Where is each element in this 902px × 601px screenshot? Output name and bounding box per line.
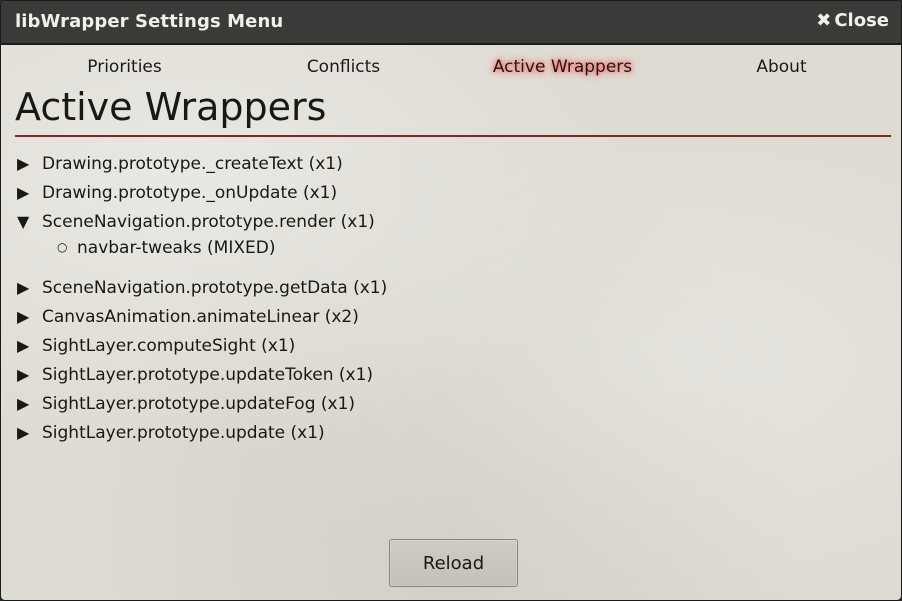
- caret-right-icon[interactable]: ▶: [17, 307, 42, 326]
- caret-down-icon[interactable]: ▼: [17, 212, 42, 231]
- wrapper-item[interactable]: ▶ Drawing.prototype._createText (x1): [17, 154, 343, 178]
- window-title: libWrapper Settings Menu: [15, 11, 284, 32]
- wrapper-label: CanvasAnimation.animateLinear (x2): [42, 307, 359, 327]
- caret-right-icon[interactable]: ▶: [17, 154, 42, 173]
- close-button[interactable]: ✖ Close: [816, 10, 889, 31]
- caret-right-icon[interactable]: ▶: [17, 183, 42, 202]
- wrapper-item[interactable]: ▶ SightLayer.prototype.updateFog (x1): [17, 394, 355, 418]
- wrapper-label: SightLayer.computeSight (x1): [42, 336, 296, 356]
- wrapper-item[interactable]: ▶ CanvasAnimation.animateLinear (x2): [17, 307, 359, 331]
- tab-bar: Priorities Conflicts Active Wrappers Abo…: [15, 57, 891, 85]
- caret-right-icon[interactable]: ▶: [17, 394, 42, 413]
- wrapper-label: Drawing.prototype._createText (x1): [42, 154, 343, 174]
- close-label: Close: [834, 10, 889, 31]
- settings-window: libWrapper Settings Menu ✖ Close Prioriti…: [0, 0, 902, 601]
- caret-right-icon[interactable]: ▶: [17, 365, 42, 384]
- wrapper-item[interactable]: ▶ Drawing.prototype._onUpdate (x1): [17, 183, 337, 207]
- wrapper-label: Drawing.prototype._onUpdate (x1): [42, 183, 338, 203]
- caret-right-icon[interactable]: ▶: [17, 423, 42, 442]
- wrapper-item[interactable]: ▶ SightLayer.prototype.update (x1): [17, 423, 325, 447]
- title-divider: [15, 135, 891, 137]
- page-title: Active Wrappers: [15, 85, 327, 129]
- wrapper-item[interactable]: ▶ SightLayer.prototype.updateToken (x1): [17, 365, 373, 389]
- wrapper-item[interactable]: ▶ SceneNavigation.prototype.getData (x1): [17, 278, 387, 302]
- wrapper-child-label: navbar-tweaks (MIXED): [77, 238, 276, 258]
- wrapper-child-item: ○ navbar-tweaks (MIXED): [57, 238, 275, 262]
- wrapper-item-expanded[interactable]: ▼ SceneNavigation.prototype.render (x1): [17, 212, 375, 236]
- reload-button[interactable]: Reload: [389, 539, 518, 587]
- window-header[interactable]: libWrapper Settings Menu ✖ Close: [1, 1, 901, 45]
- wrapper-label: SceneNavigation.prototype.getData (x1): [42, 278, 388, 298]
- wrapper-item[interactable]: ▶ SightLayer.computeSight (x1): [17, 336, 295, 360]
- wrapper-label: SightLayer.prototype.update (x1): [42, 423, 325, 443]
- circle-bullet-icon: ○: [57, 240, 68, 254]
- tab-about[interactable]: About: [672, 57, 891, 77]
- wrapper-label: SightLayer.prototype.updateToken (x1): [42, 365, 374, 385]
- wrapper-label: SightLayer.prototype.updateFog (x1): [42, 394, 356, 414]
- caret-right-icon[interactable]: ▶: [17, 278, 42, 297]
- tab-priorities[interactable]: Priorities: [15, 57, 234, 77]
- tab-active-wrappers[interactable]: Active Wrappers: [453, 57, 672, 77]
- times-icon: ✖: [816, 10, 832, 31]
- caret-right-icon[interactable]: ▶: [17, 336, 42, 355]
- wrapper-label: SceneNavigation.prototype.render (x1): [42, 212, 375, 232]
- tab-conflicts[interactable]: Conflicts: [234, 57, 453, 77]
